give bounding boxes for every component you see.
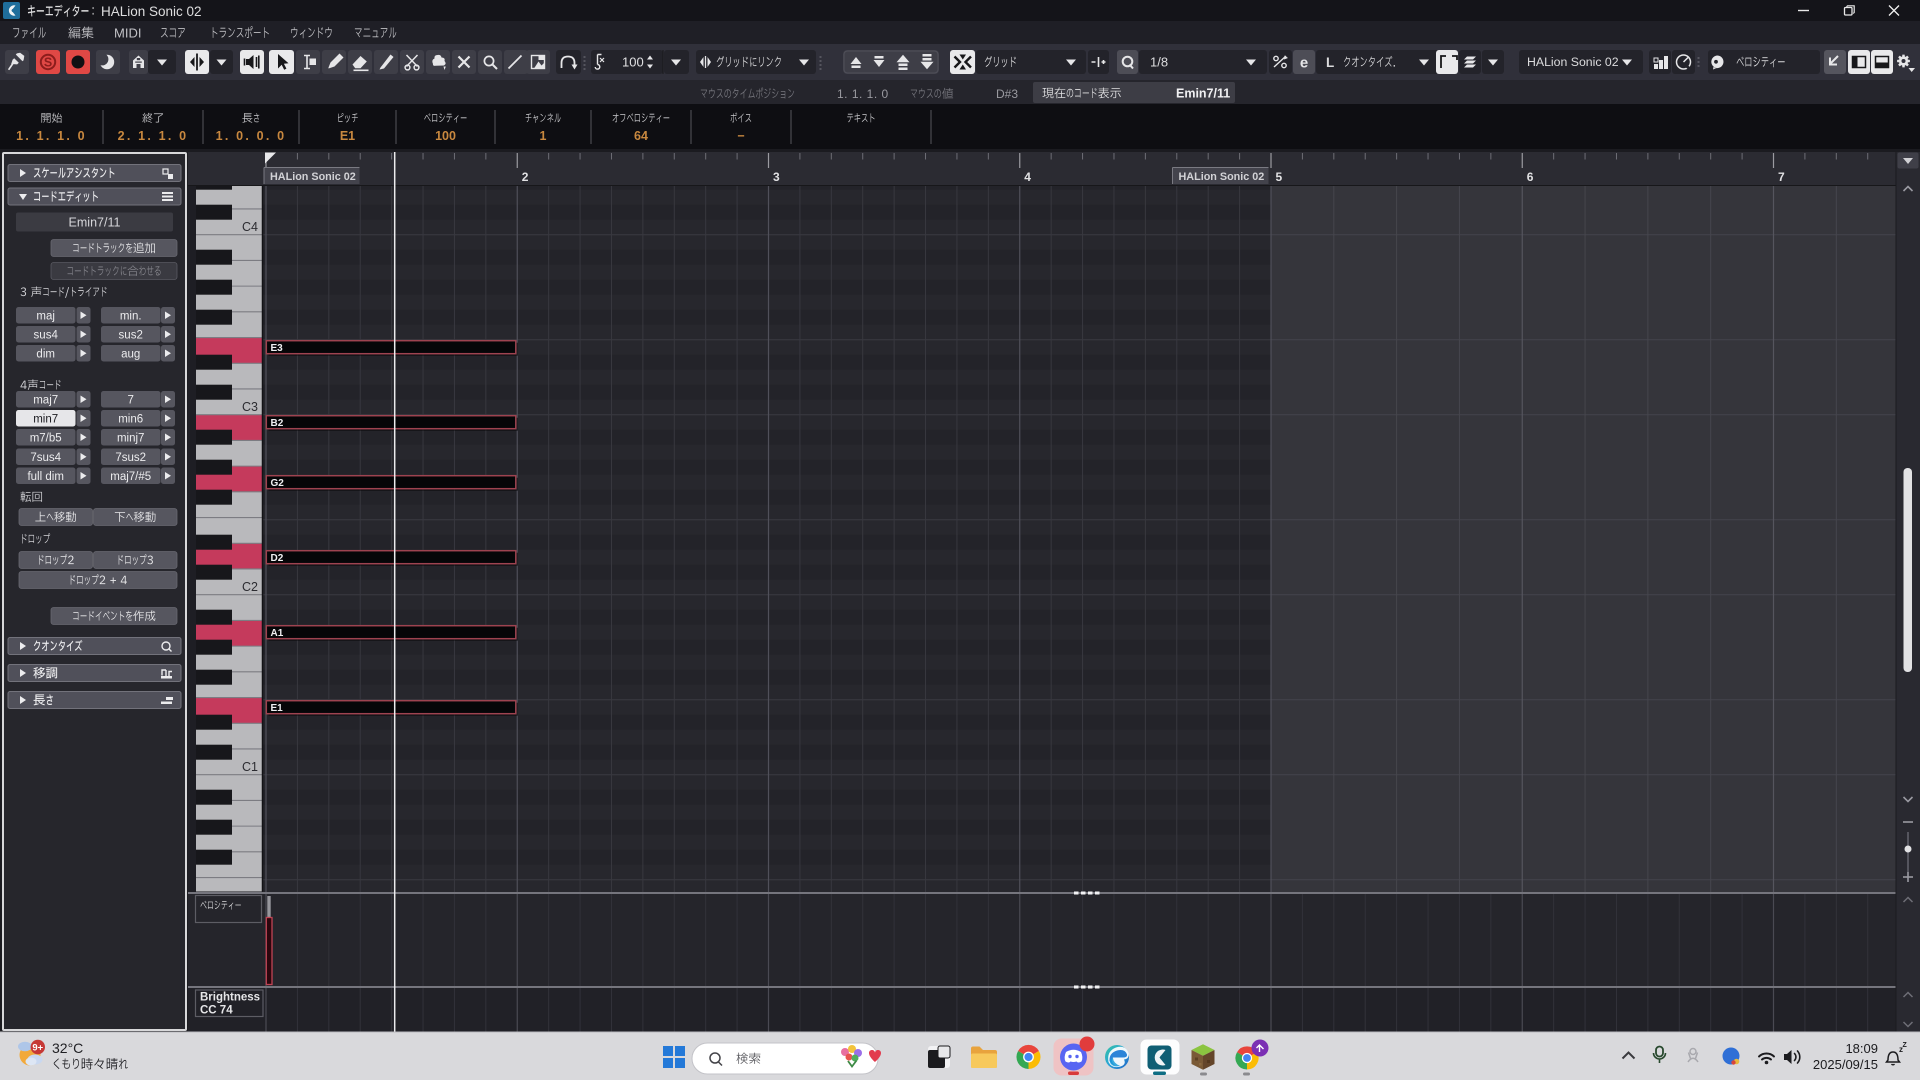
svg-text:maj7: maj7: [33, 394, 58, 406]
svg-text:min6: min6: [118, 413, 143, 425]
svg-text:2: 2: [522, 170, 529, 184]
svg-text:5: 5: [1276, 170, 1283, 184]
svg-text:min7: min7: [33, 413, 58, 425]
svg-text:100: 100: [435, 129, 456, 143]
svg-text:3: 3: [773, 170, 780, 184]
svg-text:CC 74: CC 74: [200, 1005, 233, 1017]
svg-text:7: 7: [127, 394, 133, 406]
svg-text:32°C: 32°C: [52, 1040, 83, 1056]
svg-text:C4: C4: [242, 220, 258, 234]
svg-text:C3: C3: [242, 400, 258, 414]
svg-text:B2: B2: [271, 418, 284, 429]
svg-text:G2: G2: [271, 478, 285, 489]
svg-text:minj7: minj7: [117, 432, 144, 444]
svg-text:HALion Sonic 02: HALion Sonic 02: [101, 4, 202, 19]
svg-text:sus4: sus4: [34, 329, 59, 341]
svg-text:D2: D2: [271, 553, 284, 564]
svg-text:7sus2: 7sus2: [115, 452, 146, 464]
svg-text:2025/09/15: 2025/09/15: [1813, 1057, 1878, 1072]
svg-text:Emin7/11: Emin7/11: [1176, 87, 1230, 101]
svg-text:min.: min.: [120, 310, 142, 322]
svg-text:7sus4: 7sus4: [30, 452, 61, 464]
svg-text:1. 1. 1. 0: 1. 1. 1. 0: [16, 129, 87, 143]
svg-text:maj: maj: [36, 310, 55, 322]
svg-text:D#3: D#3: [996, 87, 1018, 101]
svg-text:S: S: [44, 56, 52, 70]
svg-text:HALion Sonic 02: HALion Sonic 02: [270, 171, 356, 183]
svg-text:E1: E1: [271, 703, 284, 714]
svg-text:HALion Sonic 02: HALion Sonic 02: [1527, 55, 1619, 69]
svg-text:dim: dim: [36, 348, 55, 360]
svg-text:−: −: [737, 129, 744, 143]
svg-text:C2: C2: [242, 580, 258, 594]
svg-text:maj7/#5: maj7/#5: [110, 471, 151, 483]
svg-text:L: L: [1326, 55, 1334, 70]
svg-text:1: 1: [540, 129, 547, 143]
svg-text:full dim: full dim: [27, 471, 63, 483]
svg-text:6: 6: [1527, 170, 1534, 184]
svg-text:E3: E3: [271, 343, 284, 354]
svg-text:4: 4: [1024, 170, 1031, 184]
svg-text:m7/b5: m7/b5: [30, 432, 62, 444]
svg-text:HALion Sonic 02: HALion Sonic 02: [1179, 171, 1265, 183]
svg-text:100: 100: [622, 55, 644, 70]
svg-text:C1: C1: [242, 760, 258, 774]
svg-text:1/8: 1/8: [1150, 55, 1168, 70]
svg-text:sus2: sus2: [119, 329, 143, 341]
svg-text:Emin7/11: Emin7/11: [69, 216, 121, 230]
svg-text:e: e: [1300, 55, 1308, 72]
svg-text:E1: E1: [340, 129, 355, 143]
svg-text:1. 1. 1. 0: 1. 1. 1. 0: [837, 87, 889, 101]
svg-text:aug: aug: [121, 348, 140, 360]
svg-text:Brightness: Brightness: [200, 992, 260, 1004]
svg-text:A1: A1: [271, 628, 284, 639]
svg-text:18:09: 18:09: [1845, 1041, 1878, 1056]
svg-text:Z: Z: [1903, 1042, 1908, 1049]
svg-text:2. 1. 1. 0: 2. 1. 1. 0: [118, 129, 189, 143]
svg-text:9+: 9+: [32, 1043, 43, 1054]
svg-text:1. 0. 0. 0: 1. 0. 0. 0: [216, 129, 287, 143]
svg-text:MIDI: MIDI: [114, 26, 141, 41]
svg-text:7: 7: [1778, 170, 1785, 184]
svg-text:64: 64: [634, 129, 648, 143]
